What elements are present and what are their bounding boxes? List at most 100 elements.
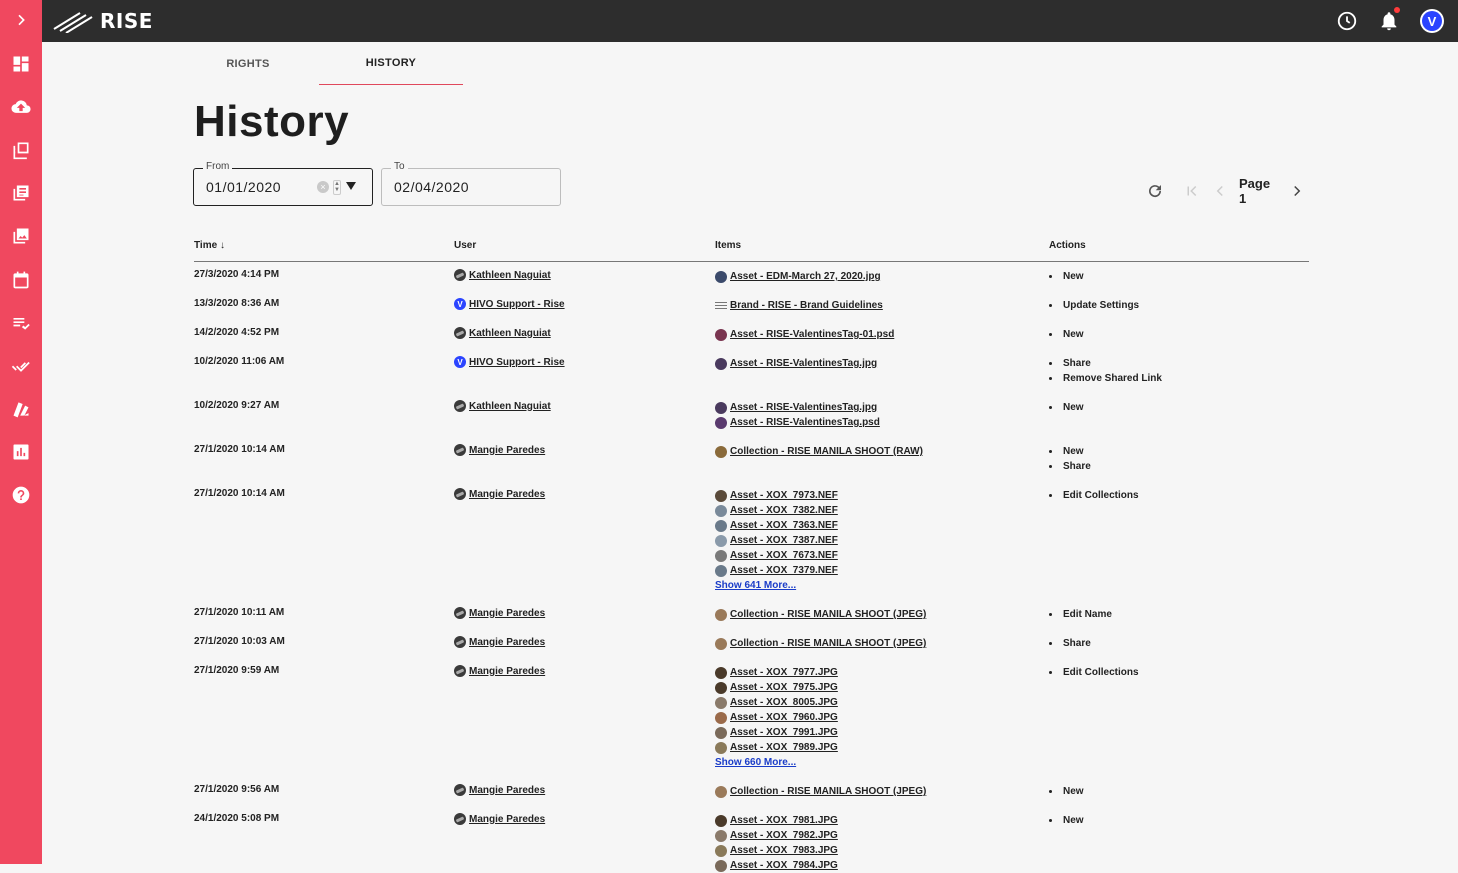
user-link[interactable]: Mangie Paredes [469, 608, 545, 619]
item-entry[interactable]: Asset - EDM-March 27, 2020.jpg [715, 269, 881, 284]
user-link[interactable]: Mangie Paredes [469, 637, 545, 648]
show-more-link[interactable]: Show 660 More... [715, 755, 838, 770]
item-entry[interactable]: Asset - XOX_7989.JPG [715, 740, 838, 755]
dropdown-arrow-icon[interactable] [346, 182, 356, 190]
item-link[interactable]: Asset - EDM-March 27, 2020.jpg [730, 271, 881, 282]
item-link[interactable]: Asset - XOX_7981.JPG [730, 815, 838, 826]
item-link[interactable]: Asset - RISE-ValentinesTag.jpg [730, 358, 877, 369]
item-entry[interactable]: Asset - XOX_7982.JPG [715, 828, 838, 843]
tab-history[interactable]: HISTORY [319, 42, 463, 85]
from-date-field[interactable]: From 01/01/2020 × ▲ ▼ [193, 161, 373, 206]
item-link[interactable]: Asset - RISE-ValentinesTag.psd [730, 417, 880, 428]
user-link[interactable]: Kathleen Naguiat [469, 401, 551, 412]
first-page-button[interactable] [1183, 180, 1201, 202]
item-entry[interactable]: Asset - XOX_7363.NEF [715, 518, 838, 533]
item-link[interactable]: Asset - XOX_7984.JPG [730, 860, 838, 871]
user-link[interactable]: Mangie Paredes [469, 489, 545, 500]
sidebar-item-collections[interactable] [0, 179, 42, 207]
item-entry[interactable]: Asset - XOX_7387.NEF [715, 533, 838, 548]
user-link[interactable]: Kathleen Naguiat [469, 270, 551, 281]
user-link[interactable]: HIVO Support - Rise [469, 299, 565, 310]
item-entry[interactable]: Asset - XOX_7981.JPG [715, 813, 838, 828]
item-entry[interactable]: Asset - XOX_7977.JPG [715, 665, 838, 680]
item-entry[interactable]: Asset - XOX_7960.JPG [715, 710, 838, 725]
item-link[interactable]: Asset - XOX_8005.JPG [730, 697, 838, 708]
item-entry[interactable]: Collection - RISE MANILA SHOOT (JPEG) [715, 784, 926, 799]
from-date-value[interactable]: 01/01/2020 [206, 179, 281, 195]
to-date-value[interactable]: 02/04/2020 [394, 179, 469, 195]
item-link[interactable]: Asset - XOX_7977.JPG [730, 667, 838, 678]
row-user[interactable]: Kathleen Naguiat [454, 327, 551, 339]
item-link[interactable]: Collection - RISE MANILA SHOOT (JPEG) [730, 609, 926, 620]
item-link[interactable]: Asset - RISE-ValentinesTag.jpg [730, 402, 877, 413]
item-entry[interactable]: Asset - XOX_8005.JPG [715, 695, 838, 710]
item-link[interactable]: Asset - XOX_7973.NEF [730, 490, 838, 501]
user-link[interactable]: Mangie Paredes [469, 814, 545, 825]
item-link[interactable]: Asset - XOX_7363.NEF [730, 520, 838, 531]
sidebar-item-upload[interactable] [0, 93, 42, 121]
item-entry[interactable]: Asset - XOX_7983.JPG [715, 843, 838, 858]
previous-page-button[interactable] [1211, 180, 1229, 202]
sidebar-item-dashboard[interactable] [0, 50, 42, 78]
user-link[interactable]: HIVO Support - Rise [469, 357, 565, 368]
show-more-link[interactable]: Show 641 More... [715, 578, 838, 593]
row-user[interactable]: Mangie Paredes [454, 665, 545, 677]
user-link[interactable]: Mangie Paredes [469, 666, 545, 677]
sidebar-item-library[interactable] [0, 136, 42, 164]
row-user[interactable]: V HIVO Support - Rise [454, 356, 565, 368]
sidebar-item-calendar[interactable] [0, 266, 42, 294]
item-link[interactable]: Asset - XOX_7983.JPG [730, 845, 838, 856]
item-link[interactable]: Asset - XOX_7975.JPG [730, 682, 838, 693]
sidebar-item-tasks[interactable] [0, 309, 42, 337]
user-link[interactable]: Mangie Paredes [469, 785, 545, 796]
user-link[interactable]: Mangie Paredes [469, 445, 545, 456]
item-entry[interactable]: Asset - XOX_7991.JPG [715, 725, 838, 740]
to-date-field[interactable]: To 02/04/2020 [381, 161, 561, 206]
item-entry[interactable]: Collection - RISE MANILA SHOOT (RAW) [715, 444, 923, 459]
item-entry[interactable]: Asset - XOX_7379.NEF [715, 563, 838, 578]
next-page-button[interactable] [1288, 180, 1306, 202]
item-link[interactable]: Asset - XOX_7960.JPG [730, 712, 838, 723]
row-user[interactable]: Mangie Paredes [454, 488, 545, 500]
row-user[interactable]: Mangie Paredes [454, 607, 545, 619]
item-link[interactable]: Asset - XOX_7982.JPG [730, 830, 838, 841]
item-entry[interactable]: Asset - RISE-ValentinesTag.jpg [715, 356, 877, 371]
date-spinner-icon[interactable]: ▲ ▼ [333, 180, 341, 195]
item-link[interactable]: Asset - XOX_7673.NEF [730, 550, 838, 561]
refresh-button[interactable] [1146, 180, 1164, 202]
item-link[interactable]: Collection - RISE MANILA SHOOT (RAW) [730, 446, 923, 457]
item-link[interactable]: Asset - XOX_7382.NEF [730, 505, 838, 516]
item-entry[interactable]: Collection - RISE MANILA SHOOT (JPEG) [715, 607, 926, 622]
item-entry[interactable]: Asset - XOX_7975.JPG [715, 680, 838, 695]
item-link[interactable]: Collection - RISE MANILA SHOOT (JPEG) [730, 786, 926, 797]
column-header-time[interactable]: Time ↓ [194, 240, 225, 251]
sidebar-item-gallery[interactable] [0, 222, 42, 250]
row-user[interactable]: V HIVO Support - Rise [454, 298, 565, 310]
item-entry[interactable]: Asset - XOX_7382.NEF [715, 503, 838, 518]
item-link[interactable]: Asset - RISE-ValentinesTag-01.psd [730, 329, 894, 340]
row-user[interactable]: Kathleen Naguiat [454, 400, 551, 412]
sidebar-item-help[interactable] [0, 481, 42, 509]
user-link[interactable]: Kathleen Naguiat [469, 328, 551, 339]
item-entry[interactable]: Asset - RISE-ValentinesTag.jpg [715, 400, 880, 415]
item-entry[interactable]: Asset - RISE-ValentinesTag-01.psd [715, 327, 894, 342]
item-entry[interactable]: Asset - XOX_7673.NEF [715, 548, 838, 563]
notifications-button[interactable] [1378, 7, 1400, 32]
item-link[interactable]: Asset - XOX_7989.JPG [730, 742, 838, 753]
expand-sidebar-button[interactable] [0, 6, 42, 34]
item-entry[interactable]: Asset - XOX_7973.NEF [715, 488, 838, 503]
item-link[interactable]: Collection - RISE MANILA SHOOT (JPEG) [730, 638, 926, 649]
row-user[interactable]: Kathleen Naguiat [454, 269, 551, 281]
sidebar-item-approvals[interactable] [0, 352, 42, 380]
row-user[interactable]: Mangie Paredes [454, 444, 545, 456]
item-entry[interactable]: Brand - RISE - Brand Guidelines [715, 298, 883, 313]
item-entry[interactable]: Asset - RISE-ValentinesTag.psd [715, 415, 880, 430]
item-link[interactable]: Asset - XOX_7379.NEF [730, 565, 838, 576]
item-link[interactable]: Asset - XOX_7387.NEF [730, 535, 838, 546]
item-link[interactable]: Brand - RISE - Brand Guidelines [730, 300, 883, 311]
row-user[interactable]: Mangie Paredes [454, 813, 545, 825]
row-user[interactable]: Mangie Paredes [454, 636, 545, 648]
row-user[interactable]: Mangie Paredes [454, 784, 545, 796]
clear-date-icon[interactable]: × [317, 181, 329, 193]
tab-rights[interactable]: RIGHTS [176, 42, 320, 85]
